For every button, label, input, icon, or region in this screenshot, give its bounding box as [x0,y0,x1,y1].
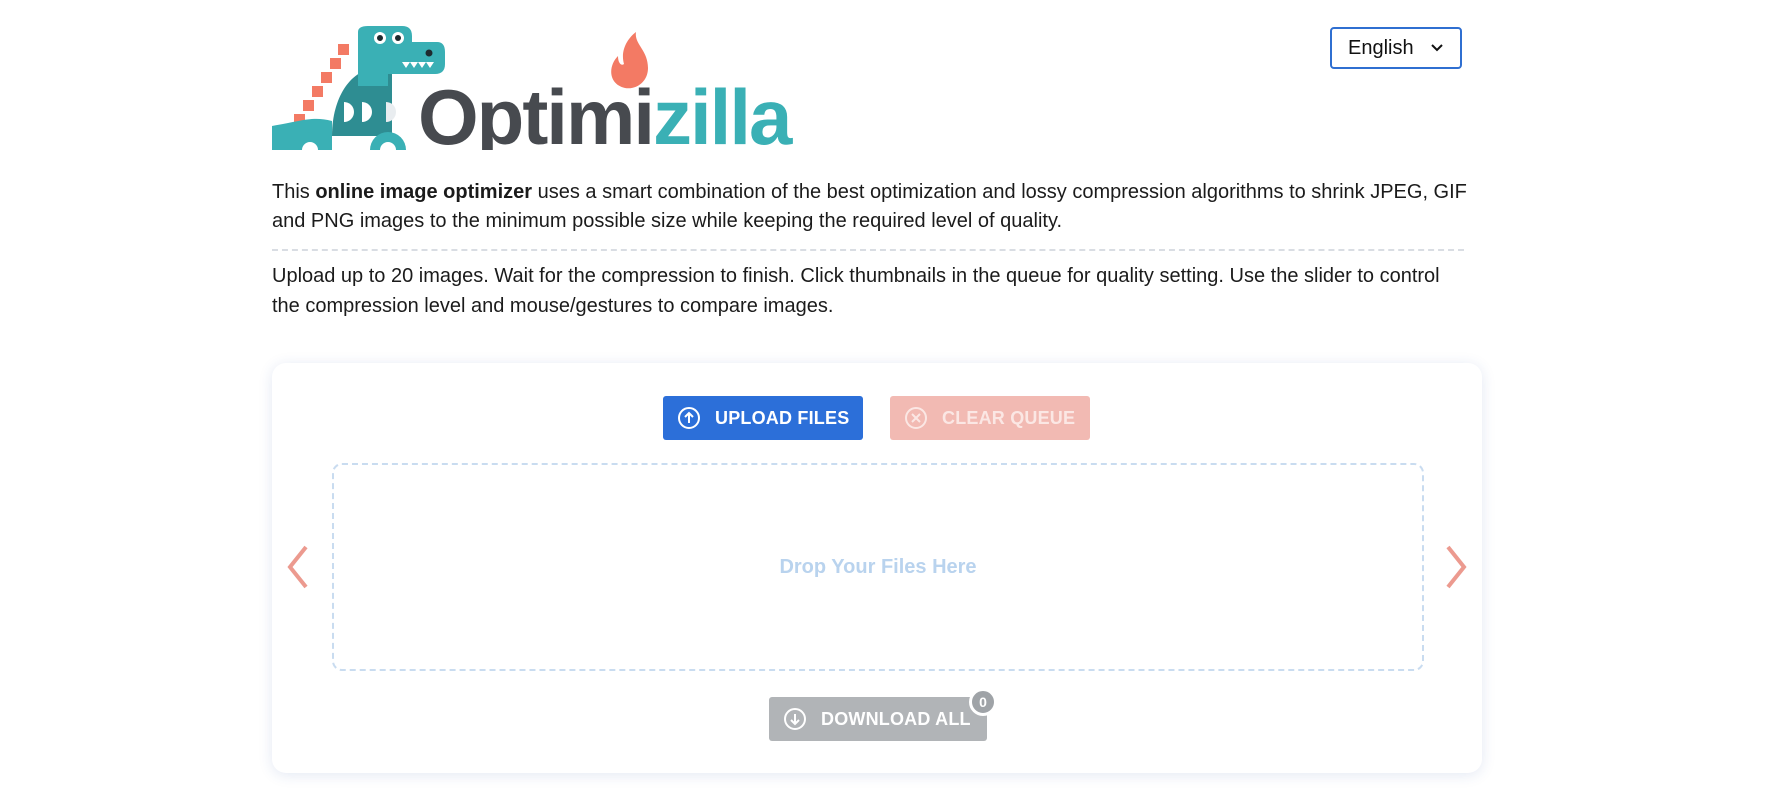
chevron-right-icon[interactable] [1442,543,1470,591]
drop-zone-text: Drop Your Files Here [779,555,977,578]
clear-queue-label: CLEAR QUEUE [942,407,1076,428]
optimizilla-logo[interactable]: Optimizilla [272,26,802,150]
logo-wordmark: Optimizilla [418,73,793,150]
chevron-left-icon[interactable] [284,543,312,591]
intro-emphasis: online image optimizer [315,181,533,203]
clear-icon [905,407,927,429]
language-value: English [1348,36,1414,59]
chevron-down-icon [1431,44,1443,52]
clear-queue-button[interactable]: CLEAR QUEUE [890,396,1090,440]
drop-zone[interactable]: Drop Your Files Here [332,463,1424,671]
download-count-badge: 0 [969,688,997,716]
divider [272,249,1464,251]
upload-icon [678,407,700,429]
download-icon [784,708,806,730]
language-select[interactable]: English [1330,27,1462,69]
download-all-label: DOWNLOAD ALL [821,708,971,729]
help-text: Upload up to 20 images. Wait for the com… [272,265,1440,317]
intro-lead: This [272,181,316,203]
upload-files-button[interactable]: UPLOAD FILES [663,396,863,440]
download-all-button[interactable]: DOWNLOAD ALL [769,697,987,741]
intro-text: This online image optimizer uses a smart… [272,178,1472,236]
upload-files-label: UPLOAD FILES [715,407,850,428]
upload-panel: UPLOAD FILES CLEAR QUEUE Drop Your Files… [272,363,1482,773]
